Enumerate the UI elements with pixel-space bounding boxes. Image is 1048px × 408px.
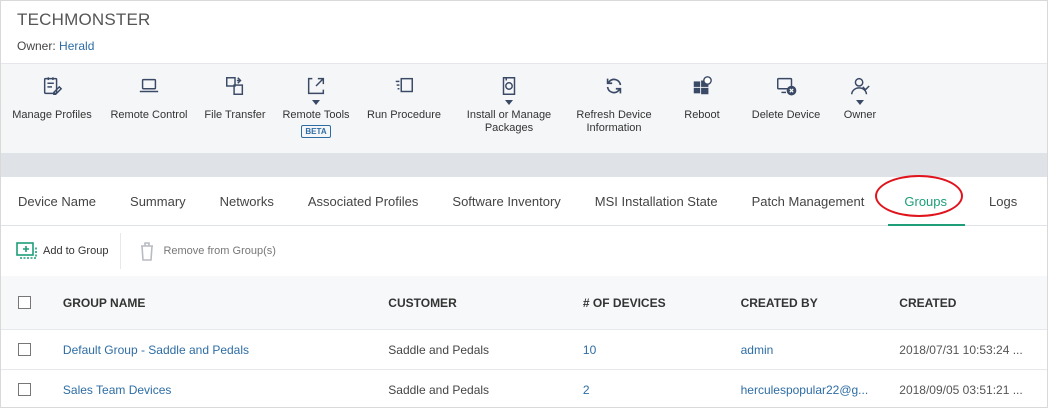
tab-patch-management[interactable]: Patch Management — [735, 177, 882, 225]
owner-label-toolbar: Owner — [843, 109, 877, 121]
table-row: Default Group - Saddle and Pedals Saddle… — [1, 329, 1047, 369]
tab-networks[interactable]: Networks — [203, 177, 291, 225]
tab-summary[interactable]: Summary — [113, 177, 203, 225]
trash-icon — [141, 242, 154, 261]
device-title: TECHMONSTER — [17, 10, 151, 29]
beta-badge: BETA — [301, 125, 331, 138]
table-header: GROUP NAME CUSTOMER # OF DEVICES CREATED… — [1, 276, 1047, 329]
refresh-icon — [602, 74, 626, 98]
remove-from-group-label: Remove from Group(s) — [163, 245, 276, 257]
tab-associated-profiles[interactable]: Associated Profiles — [291, 177, 436, 225]
chevron-down-icon — [312, 100, 320, 105]
row-checkbox[interactable] — [18, 343, 31, 356]
delete-device-icon — [774, 74, 798, 98]
table-row: Sales Team Devices Saddle and Pedals 2 h… — [1, 369, 1047, 408]
chevron-down-icon — [856, 100, 864, 105]
laptop-icon — [137, 74, 161, 98]
created-by-link[interactable]: herculespopular22@g... — [741, 383, 900, 397]
device-count-link[interactable]: 2 — [583, 383, 741, 397]
reboot-button[interactable]: Reboot — [659, 64, 745, 153]
manage-profiles-icon — [40, 74, 64, 98]
column-created[interactable]: CREATED — [899, 296, 1047, 310]
tab-msi-installation-state[interactable]: MSI Installation State — [578, 177, 735, 225]
groups-table: GROUP NAME CUSTOMER # OF DEVICES CREATED… — [1, 276, 1047, 408]
add-to-group-icon — [16, 242, 37, 259]
device-header: TECHMONSTER Owner: Herald — [1, 1, 1047, 63]
run-procedure-button[interactable]: Run Procedure — [359, 64, 449, 153]
remove-from-group-button[interactable]: Remove from Group(s) — [121, 233, 287, 269]
refresh-device-button[interactable]: Refresh Device Information — [569, 64, 659, 153]
toolbar-divider-band — [1, 153, 1047, 177]
device-tabs: Device Name Summary Networks Associated … — [1, 177, 1047, 226]
file-transfer-button[interactable]: File Transfer — [197, 64, 273, 153]
chevron-down-icon — [505, 100, 513, 105]
add-to-group-button[interactable]: Add to Group — [15, 233, 122, 269]
group-name-link[interactable]: Sales Team Devices — [63, 383, 388, 397]
created-cell: 2018/07/31 10:53:24 ... — [899, 342, 1023, 357]
file-transfer-label: File Transfer — [204, 109, 266, 121]
windows-reboot-icon — [690, 74, 714, 98]
manage-profiles-label: Manage Profiles — [12, 109, 92, 121]
refresh-device-label: Refresh Device Information — [576, 109, 652, 134]
reboot-label: Reboot — [684, 109, 720, 121]
device-toolbar: Manage Profiles Remote Control File Tran… — [1, 63, 1047, 153]
install-packages-label: Install or Manage Packages — [466, 109, 552, 134]
remote-tools-label: Remote Tools — [282, 109, 350, 121]
manage-profiles-button[interactable]: Manage Profiles — [3, 64, 101, 153]
tab-logs[interactable]: Logs — [972, 177, 1034, 225]
owner-label: Owner: — [17, 39, 56, 53]
owner-button[interactable]: Owner — [827, 64, 893, 153]
tab-groups[interactable]: Groups — [881, 177, 972, 226]
column-customer[interactable]: CUSTOMER — [388, 296, 583, 310]
device-count-link[interactable]: 10 — [583, 343, 741, 357]
owner-link[interactable]: Herald — [59, 39, 94, 53]
file-transfer-icon — [223, 74, 247, 98]
owner-line: Owner: Herald — [17, 39, 1031, 53]
remote-control-button[interactable]: Remote Control — [101, 64, 197, 153]
owner-icon — [848, 74, 872, 98]
customer-cell: Saddle and Pedals — [388, 382, 490, 397]
column-group-name[interactable]: GROUP NAME — [63, 296, 388, 310]
created-cell: 2018/09/05 03:51:21 ... — [899, 382, 1023, 397]
remote-tools-button[interactable]: Remote Tools BETA — [273, 64, 359, 153]
group-name-link[interactable]: Default Group - Saddle and Pedals — [63, 343, 388, 357]
remote-control-label: Remote Control — [110, 109, 188, 121]
remote-tools-icon — [304, 74, 328, 98]
run-procedure-label: Run Procedure — [367, 109, 441, 121]
tab-software-inventory[interactable]: Software Inventory — [435, 177, 577, 225]
add-to-group-label: Add to Group — [43, 245, 109, 257]
customer-cell: Saddle and Pedals — [388, 342, 490, 357]
select-all-checkbox[interactable] — [18, 296, 31, 309]
row-checkbox[interactable] — [18, 383, 31, 396]
run-procedure-icon — [392, 74, 416, 98]
group-actions: Add to Group Remove from Group(s) — [1, 226, 1047, 276]
column-created-by[interactable]: CREATED BY — [741, 296, 900, 310]
install-packages-button[interactable]: Install or Manage Packages — [449, 64, 569, 153]
package-icon — [497, 74, 521, 98]
column-devices[interactable]: # OF DEVICES — [583, 296, 741, 310]
delete-device-label: Delete Device — [751, 109, 821, 121]
created-by-link[interactable]: admin — [741, 343, 900, 357]
tab-device-name[interactable]: Device Name — [1, 177, 113, 225]
delete-device-button[interactable]: Delete Device — [745, 64, 827, 153]
